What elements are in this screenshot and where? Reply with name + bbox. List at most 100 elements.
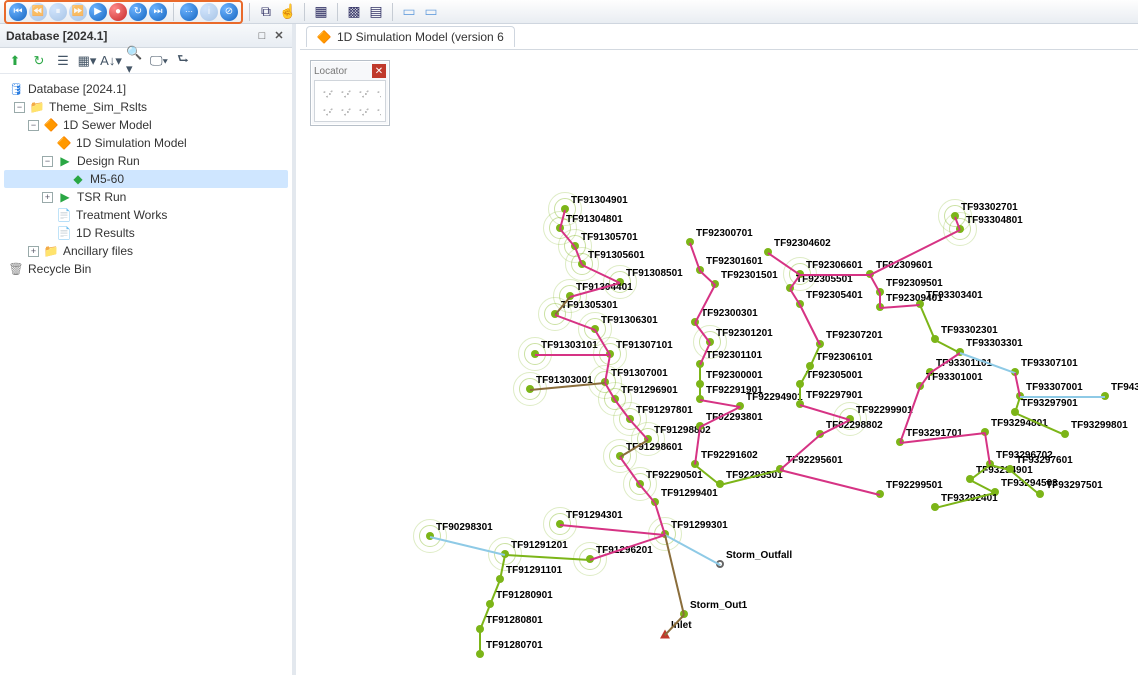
network-link[interactable] xyxy=(879,293,881,308)
node-label: TF92299501 xyxy=(886,480,943,491)
tree-network[interactable]: − 🔶 1D Sewer Model xyxy=(4,116,288,134)
run-icon: ▶ xyxy=(57,153,73,169)
node-label: TF91280801 xyxy=(486,615,543,626)
subtb-monitor-icon[interactable]: 🖵▾ xyxy=(150,52,168,70)
zoom-area-icon[interactable]: ⧉ xyxy=(256,3,276,21)
node-label: TF90298301 xyxy=(436,522,493,533)
node-label: TF91303101 xyxy=(541,340,598,351)
loop-icon[interactable]: ↻ xyxy=(129,3,147,21)
network-link[interactable] xyxy=(535,354,610,356)
node-label: TF92301101 xyxy=(706,350,762,361)
network-link[interactable] xyxy=(780,469,880,496)
tree-label: Database [2024.1] xyxy=(28,82,126,96)
locator-window[interactable]: Locator ✕ xyxy=(310,60,390,126)
node-label: TF91280701 xyxy=(486,640,543,651)
pause-icon[interactable]: ⏸ xyxy=(49,3,67,21)
grid-a-icon[interactable]: ▦ xyxy=(311,3,331,21)
node-label: TF93307101 xyxy=(1021,358,1078,369)
network-link[interactable] xyxy=(869,275,881,294)
info-icon[interactable]: i xyxy=(200,3,218,21)
node-label: TF92304602 xyxy=(774,238,831,249)
tree-label: 1D Results xyxy=(76,226,135,240)
collapse-icon[interactable]: − xyxy=(28,120,39,131)
network-link[interactable] xyxy=(789,288,801,305)
subtb-sort-icon[interactable]: A↓▾ xyxy=(102,52,120,70)
locator-minimap[interactable] xyxy=(314,80,386,122)
treatment-icon: 📄 xyxy=(56,207,72,223)
network-link[interactable] xyxy=(699,385,701,400)
tree-root[interactable]: 🛢 Database [2024.1] xyxy=(4,80,288,98)
tree-label: Theme_Sim_Rslts xyxy=(49,100,147,114)
network-link[interactable] xyxy=(1020,396,1105,398)
section-a-icon[interactable]: ▭ xyxy=(399,3,419,21)
subtb-table-icon[interactable]: ▦▾ xyxy=(78,52,96,70)
network-link[interactable] xyxy=(799,385,801,405)
network-link[interactable] xyxy=(700,399,740,408)
collapse-icon[interactable]: − xyxy=(14,102,25,113)
network-link[interactable] xyxy=(919,305,936,341)
network-link[interactable] xyxy=(880,304,920,309)
network-link[interactable] xyxy=(689,243,701,272)
network-link[interactable] xyxy=(799,305,821,346)
grid-b-icon[interactable]: ▩ xyxy=(344,3,364,21)
subtb-refresh-icon[interactable]: ↻ xyxy=(30,52,48,70)
tree-rainfall-selected[interactable]: ◆ M5-60 xyxy=(4,170,288,188)
network-link[interactable] xyxy=(1014,373,1021,397)
subtb-list-icon[interactable]: ☰ xyxy=(54,52,72,70)
locator-close-icon[interactable]: ✕ xyxy=(372,64,386,78)
panel-restore-icon[interactable]: □ xyxy=(255,29,269,43)
network-link[interactable] xyxy=(699,365,701,385)
network-link[interactable] xyxy=(984,433,991,465)
node-label: TF92300301 xyxy=(701,308,758,319)
stop-icon[interactable]: ⊘ xyxy=(220,3,238,21)
expand-icon[interactable]: + xyxy=(42,192,53,203)
network-canvas[interactable]: Locator ✕ TF91304901TF91304801TF91305701… xyxy=(300,50,1138,675)
node-label: TF92309501 xyxy=(886,278,943,289)
step-fwd-icon[interactable]: ⏩ xyxy=(69,3,87,21)
tab-simulation-model[interactable]: 🔶 1D Simulation Model (version 6 xyxy=(306,26,515,47)
panel-close-icon[interactable]: ✕ xyxy=(272,29,286,43)
group-icon: 📁 xyxy=(29,99,45,115)
tree-results[interactable]: 📄 1D Results xyxy=(4,224,288,242)
section-b-icon[interactable]: ▭ xyxy=(421,3,441,21)
node-label: TF93302701 xyxy=(961,202,1018,213)
node-label: TF91299401 xyxy=(661,488,718,499)
record-icon[interactable]: ● xyxy=(109,3,127,21)
tree-run[interactable]: − ▶ Design Run xyxy=(4,152,288,170)
database-icon: 🛢 xyxy=(8,81,24,97)
subtb-find-icon[interactable]: 🔍▾ xyxy=(126,52,144,70)
step-back-icon[interactable]: ⏪ xyxy=(29,3,47,21)
node-label: TF91291101 xyxy=(506,565,562,576)
node-label: TF92291602 xyxy=(701,450,758,461)
subtb-nav-icon[interactable]: ⮑ xyxy=(174,52,192,70)
pointer-icon[interactable]: ☝ xyxy=(278,3,298,21)
fast-fwd-icon[interactable]: ⏭ xyxy=(149,3,167,21)
tree-sim[interactable]: 🔶 1D Simulation Model xyxy=(4,134,288,152)
node-label: TF91294301 xyxy=(566,510,623,521)
results-icon: 📄 xyxy=(56,225,72,241)
tree-tsr[interactable]: + ▶ TSR Run xyxy=(4,188,288,206)
document-tabs: 🔶 1D Simulation Model (version 6 xyxy=(300,24,1138,50)
tree-group[interactable]: − 📁 Theme_Sim_Rslts xyxy=(4,98,288,116)
network-link[interactable] xyxy=(479,630,481,655)
main-toolbar: ⏮ ⏪ ⏸ ⏩ ▶ ● ↻ ⏭ ⋯ i ⊘ ⧉ ☝ ▦ ▩ ▤ ▭ ▭ xyxy=(0,0,1138,24)
node-label: TF92307201 xyxy=(826,330,883,341)
tab-label: 1D Simulation Model (version 6 xyxy=(337,30,504,44)
node-label: TF92294901 xyxy=(746,392,803,403)
grid-c-icon[interactable]: ▤ xyxy=(366,3,386,21)
expand-icon[interactable]: + xyxy=(28,246,39,257)
collapse-icon[interactable]: − xyxy=(42,156,53,167)
replay-options-icon[interactable]: ⋯ xyxy=(180,3,198,21)
network-link[interactable] xyxy=(800,274,870,276)
tree-recycle-bin[interactable]: 🗑 Recycle Bin xyxy=(4,260,288,278)
play-icon[interactable]: ▶ xyxy=(89,3,107,21)
rewind-icon[interactable]: ⏮ xyxy=(9,3,27,21)
node-label: TF92305001 xyxy=(806,370,863,381)
node-label: TF92300701 xyxy=(696,228,753,239)
tree-label: Design Run xyxy=(77,154,140,168)
subtb-up-icon[interactable]: ⬆ xyxy=(6,52,24,70)
network-link[interactable] xyxy=(935,339,961,354)
tree-tw[interactable]: 📄 Treatment Works xyxy=(4,206,288,224)
tree-ancillary[interactable]: + 📁 Ancillary files xyxy=(4,242,288,260)
network-link[interactable] xyxy=(665,534,721,566)
